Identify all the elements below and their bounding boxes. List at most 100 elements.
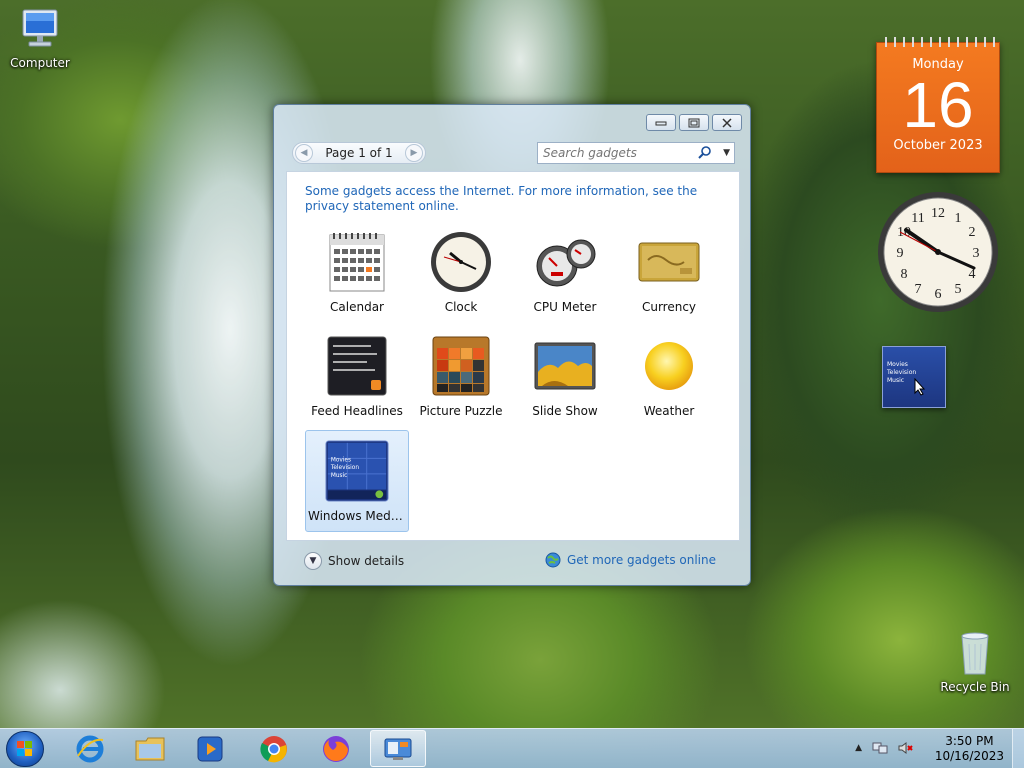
gadget-name: Windows Media... <box>308 509 408 523</box>
chrome-icon <box>260 735 287 762</box>
mouse-cursor-icon <box>914 378 926 396</box>
gadget-name: Calendar <box>330 300 384 314</box>
show-desktop-button[interactable] <box>1012 729 1024 768</box>
taskbar-firefox[interactable] <box>308 730 364 767</box>
network-icon[interactable] <box>872 741 888 755</box>
svg-text:2: 2 <box>969 225 976 240</box>
feed-icon <box>325 334 389 398</box>
gadget-tile-feed-headlines[interactable]: Feed Headlines <box>305 326 409 428</box>
search-input[interactable] <box>543 146 693 160</box>
calendar-rings <box>881 37 995 47</box>
page-navigator: ◀ Page 1 of 1 ▶ <box>292 142 426 164</box>
media-center-line: Movies <box>887 361 908 368</box>
svg-text:11: 11 <box>911 211 924 226</box>
volume-muted-icon[interactable] <box>898 741 914 755</box>
gadget-gallery: Some gadgets access the Internet. For mo… <box>286 171 740 541</box>
minimize-icon <box>655 121 667 125</box>
analog-clock-icon: 12 12 345 678 91011 <box>878 192 998 312</box>
gadget-name: CPU Meter <box>533 300 597 314</box>
internet-explorer-icon <box>76 735 104 762</box>
svg-text:Television: Television <box>330 465 360 471</box>
taskbar-file-explorer[interactable] <box>122 730 178 767</box>
cpu-meter-icon <box>533 230 597 294</box>
gadgets-window: ◀ Page 1 of 1 ▶ ▼ Some gadgets access th… <box>273 104 751 586</box>
show-hidden-icons-icon[interactable]: ▲ <box>855 743 862 753</box>
desktop-icon-recycle-bin[interactable]: Recycle Bin <box>935 630 1015 694</box>
gadget-tile-clock[interactable]: Clock <box>409 222 513 324</box>
next-page-button[interactable]: ▶ <box>405 144 423 162</box>
svg-text:Music: Music <box>331 473 348 479</box>
taskbar-time: 3:50 PM <box>945 734 994 748</box>
desktop-icon-label: Computer <box>10 56 70 70</box>
currency-icon <box>637 230 701 294</box>
desktop-icon-label: Recycle Bin <box>940 680 1010 694</box>
close-icon <box>722 117 732 128</box>
taskbar-chrome[interactable] <box>246 730 302 767</box>
start-button[interactable] <box>6 731 44 767</box>
chevron-right-icon: ▶ <box>410 148 418 158</box>
search-dropdown-icon[interactable]: ▼ <box>723 148 730 158</box>
calendar-gadget[interactable]: Monday 16 October 2023 <box>876 37 1000 173</box>
media-player-icon <box>197 736 223 761</box>
clock-gadget[interactable]: 12 1 2 345 678 9 10 11 <box>876 190 1000 314</box>
file-explorer-icon <box>135 737 165 760</box>
gadget-tile-weather[interactable]: Weather <box>617 326 721 428</box>
gadget-name: Picture Puzzle <box>419 404 503 418</box>
gadget-tile-currency[interactable]: Currency <box>617 222 721 324</box>
slideshow-icon <box>533 334 597 398</box>
clock-icon <box>429 230 493 294</box>
gadget-tile-picture-puzzle[interactable]: Picture Puzzle <box>409 326 513 428</box>
svg-text:12: 12 <box>931 206 945 221</box>
get-more-label: Get more gadgets online <box>566 553 716 567</box>
svg-text:8: 8 <box>901 267 908 282</box>
media-center-line: Television <box>887 369 917 376</box>
gadget-tile-slide-show[interactable]: Slide Show <box>513 326 617 428</box>
gadget-name: Weather <box>643 404 695 418</box>
gadget-name: Slide Show <box>532 404 598 418</box>
search-icon[interactable] <box>698 146 712 160</box>
svg-text:5: 5 <box>955 282 962 297</box>
windows-logo-icon <box>17 741 32 756</box>
privacy-notice-link[interactable]: Some gadgets access the Internet. For mo… <box>305 184 725 214</box>
taskbar-date: 10/16/2023 <box>934 749 1004 763</box>
puzzle-icon <box>429 334 493 398</box>
taskbar-gadgets[interactable] <box>370 730 426 767</box>
system-tray: ▲ <box>855 741 914 755</box>
get-more-gadgets-link[interactable]: Get more gadgets online <box>545 552 716 568</box>
media-center-gadget[interactable]: Movies Television Music <box>882 346 946 408</box>
svg-text:6: 6 <box>935 287 942 302</box>
close-button[interactable] <box>712 114 742 131</box>
restore-button[interactable] <box>679 114 709 131</box>
svg-text:9: 9 <box>897 246 904 261</box>
restore-icon <box>688 118 700 127</box>
previous-page-button[interactable]: ◀ <box>295 144 313 162</box>
chevron-down-icon: ▼ <box>304 552 322 570</box>
gadget-name: Feed Headlines <box>311 404 403 418</box>
page-label: Page 1 of 1 <box>325 146 393 160</box>
minimize-button[interactable] <box>646 114 676 131</box>
taskbar-media-player[interactable] <box>182 730 238 767</box>
taskbar-internet-explorer[interactable] <box>62 730 118 767</box>
gadget-tile-cpu-meter[interactable]: CPU Meter <box>513 222 617 324</box>
gadgets-icon <box>384 738 412 760</box>
gadget-tile-calendar[interactable]: Calendar <box>305 222 409 324</box>
chevron-left-icon: ◀ <box>300 148 308 158</box>
svg-text:3: 3 <box>973 246 980 261</box>
calendar-day-number: 16 <box>902 69 974 141</box>
computer-icon <box>22 9 58 47</box>
search-box: ▼ <box>537 142 735 164</box>
gadget-name: Currency <box>641 300 697 314</box>
gadget-name: Clock <box>444 300 478 314</box>
globe-icon <box>545 552 561 568</box>
gadget-tile-windows-media-center[interactable]: Movies Television Music Windows Media... <box>305 430 409 532</box>
show-details-toggle[interactable]: ▼ Show details <box>304 552 404 570</box>
calendar-month-year: October 2023 <box>893 138 983 153</box>
calendar-icon <box>325 230 389 294</box>
desktop-icon-computer[interactable]: Computer <box>0 8 80 70</box>
recycle-bin-icon <box>961 632 989 675</box>
window-controls <box>646 114 742 131</box>
media-center-icon: Movies Television Music <box>325 439 389 503</box>
taskbar-clock[interactable]: 3:50 PM 10/16/2023 <box>935 734 1004 764</box>
show-details-label: Show details <box>328 554 405 568</box>
taskbar: ▲ 3:50 PM 10/16/2023 <box>0 728 1024 768</box>
